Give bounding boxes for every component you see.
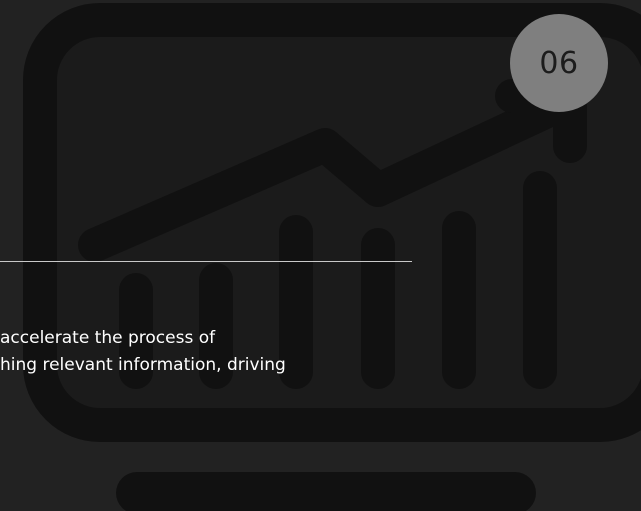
- step-number: 06: [539, 45, 579, 81]
- body-line-2: hing relevant information, driving: [0, 355, 286, 376]
- body-line-1: accelerate the process of: [0, 328, 216, 348]
- step-number-badge: 06: [510, 14, 608, 112]
- body-paragraph: accelerate the process of hing relevant …: [0, 325, 286, 379]
- monitor-stand-shape: [116, 472, 536, 511]
- divider-line: [0, 261, 412, 262]
- slide-canvas: 06 accelerate the process of hing releva…: [0, 0, 641, 511]
